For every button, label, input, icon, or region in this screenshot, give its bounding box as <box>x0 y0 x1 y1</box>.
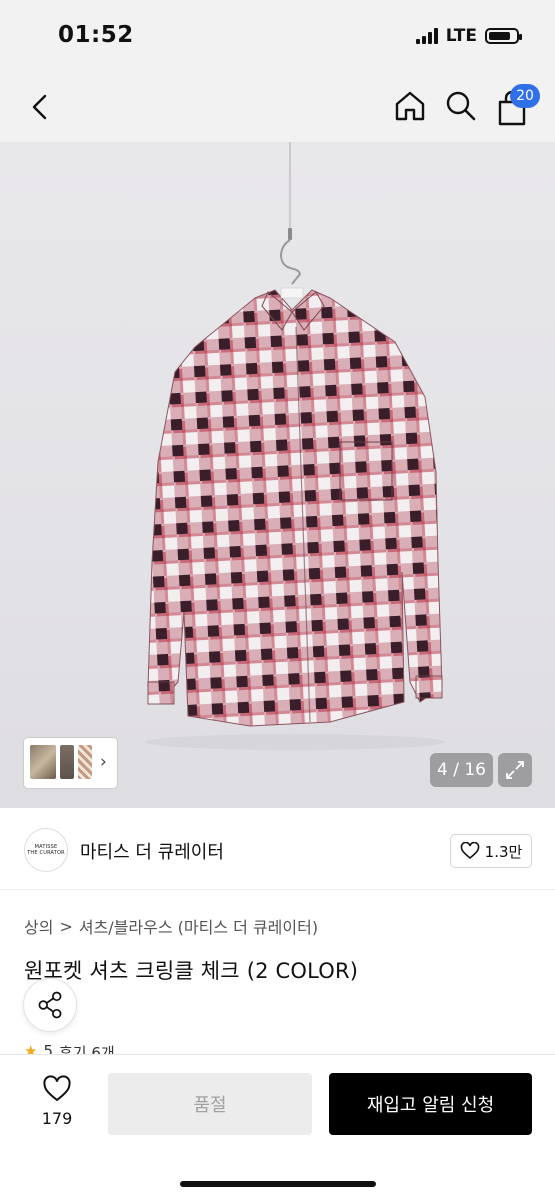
product-image-gallery[interactable]: › 4 / 16 <box>0 142 555 808</box>
search-icon[interactable] <box>444 88 478 124</box>
breadcrumb-level2[interactable]: 셔츠/블라우스 (마티스 더 큐레이터) <box>79 914 318 938</box>
back-icon[interactable] <box>26 90 56 124</box>
soldout-button[interactable]: 품절 <box>108 1073 312 1135</box>
share-icon <box>38 991 62 1019</box>
breadcrumb: 상의 > 셔츠/블라우스 (마티스 더 큐레이터) <box>24 914 318 938</box>
status-time: 01:52 <box>58 22 134 48</box>
signal-icon <box>415 28 438 44</box>
thumbnail-image[interactable] <box>30 745 56 779</box>
product-image <box>145 142 445 750</box>
breadcrumb-level1[interactable]: 상의 <box>24 914 53 938</box>
network-label: LTE <box>445 26 477 46</box>
brand-like-count: 1.3만 <box>484 842 523 861</box>
home-indicator <box>180 1181 376 1187</box>
brand-row[interactable]: MATISSE THE CURATOR 마티스 더 큐레이터 1.3만 <box>0 810 555 890</box>
product-title: 원포켓 셔츠 크링클 체크 (2 COLOR) <box>24 959 359 983</box>
brand-logo[interactable]: MATISSE THE CURATOR <box>24 828 68 872</box>
heart-icon <box>43 1075 71 1102</box>
brand-logo-line2: THE CURATOR <box>27 850 65 856</box>
home-icon[interactable] <box>392 88 428 124</box>
brand-like-button[interactable]: 1.3만 <box>450 834 532 868</box>
status-indicators: LTE <box>415 26 522 46</box>
breadcrumb-separator: > <box>59 916 73 936</box>
status-bar: 01:52 LTE <box>0 0 555 72</box>
heart-icon <box>460 842 479 860</box>
share-button[interactable] <box>23 978 77 1032</box>
restock-alert-button[interactable]: 재입고 알림 신청 <box>329 1073 532 1135</box>
thumbnail-strip[interactable]: › <box>24 738 117 788</box>
thumbnail-image[interactable] <box>60 745 74 779</box>
wish-button[interactable]: 179 <box>34 1075 80 1128</box>
chevron-right-icon[interactable]: › <box>100 752 107 772</box>
expand-icon[interactable] <box>498 753 532 787</box>
battery-icon <box>485 28 522 44</box>
bottom-action-bar: 179 품절 재입고 알림 신청 <box>0 1054 555 1200</box>
brand-name[interactable]: 마티스 더 큐레이터 <box>80 838 224 864</box>
wish-count: 179 <box>41 1109 73 1128</box>
image-counter: 4 / 16 <box>430 753 493 787</box>
thumbnail-image[interactable] <box>78 745 92 779</box>
cart-count-badge: 20 <box>510 84 540 108</box>
top-nav <box>0 72 555 142</box>
